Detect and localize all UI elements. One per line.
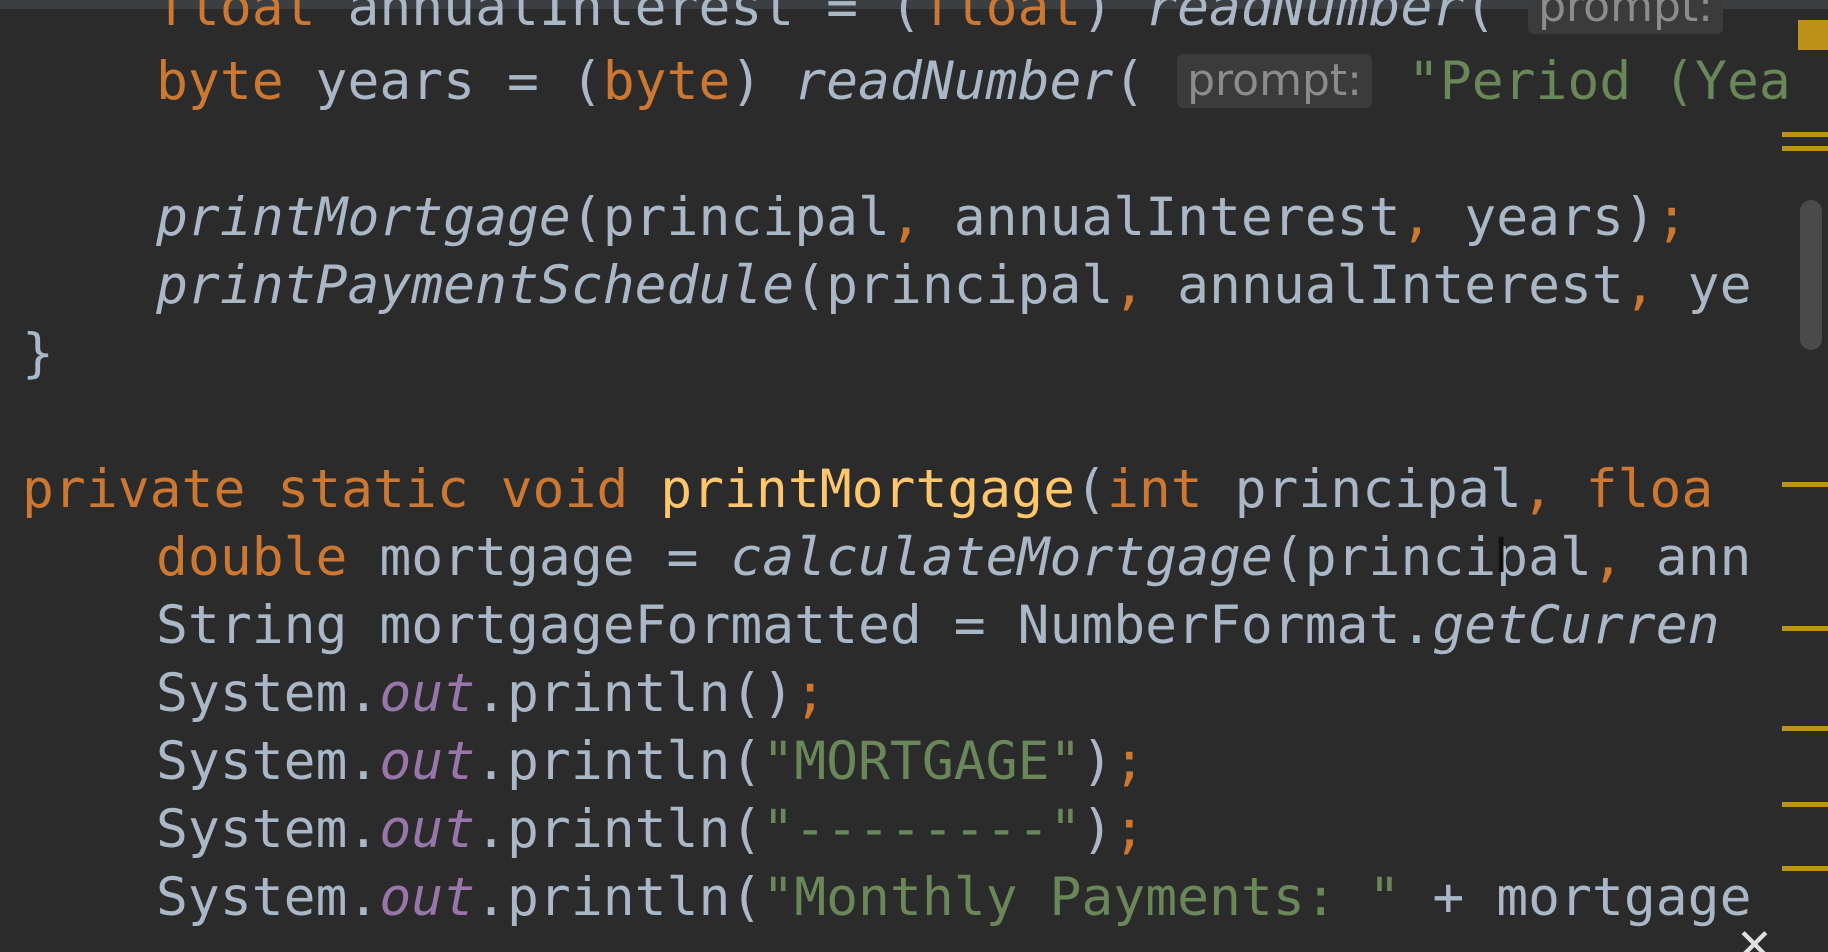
code-line-println-dashes[interactable]: System.out.println("--------");: [156, 796, 1145, 864]
code-text: ann: [1655, 527, 1752, 588]
code-text: annualInterest: [953, 187, 1401, 248]
static-field: out: [379, 731, 476, 792]
code-text: (: [1464, 0, 1529, 38]
code-text: ): [730, 51, 795, 112]
warning-marker-icon[interactable]: [1798, 20, 1828, 50]
keyword: int: [1106, 459, 1203, 520]
code-text: ): [1081, 0, 1146, 38]
static-field: out: [379, 663, 476, 724]
code-text: .println(: [475, 799, 763, 860]
code-line-println-mortgage[interactable]: System.out.println("MORTGAGE");: [156, 728, 1145, 796]
keyword: byte: [156, 51, 284, 112]
code-text: ): [1081, 799, 1114, 860]
punctuation: ;: [794, 663, 827, 724]
parameter-hint: prompt:: [1177, 54, 1372, 108]
code-text: (: [1113, 51, 1178, 112]
punctuation: ,: [1521, 459, 1586, 520]
vertical-scrollbar[interactable]: [1800, 200, 1822, 350]
punctuation: ,: [889, 187, 954, 248]
punctuation: ,: [1400, 187, 1465, 248]
method-call: printMortgage: [156, 187, 571, 248]
keyword: float: [921, 0, 1082, 38]
code-text: annualInterest = (: [315, 0, 922, 38]
code-editor[interactable]: float annualInterest = (float) readNumbe…: [0, 0, 1828, 952]
error-stripe-marker[interactable]: [1782, 482, 1828, 487]
code-text: .println(): [475, 663, 795, 724]
code-text: System.: [156, 867, 380, 928]
code-text: System.: [156, 663, 380, 724]
code-text: (principal: [570, 187, 890, 248]
method-call: printPaymentSchedule: [156, 255, 795, 316]
punctuation: ,: [1591, 527, 1656, 588]
method-call: calculateMortgage: [730, 527, 1273, 588]
punctuation: ;: [1655, 187, 1688, 248]
error-stripe-marker[interactable]: [1782, 132, 1828, 137]
error-stripe-marker[interactable]: [1782, 146, 1828, 151]
static-field: out: [379, 867, 476, 928]
code-line-print-schedule-call[interactable]: printPaymentSchedule(principal, annualIn…: [156, 252, 1752, 320]
code-line-method-declaration[interactable]: private static void printMortgage(int pr…: [22, 456, 1713, 524]
code-line-mortgage-formatted[interactable]: String mortgageFormatted = NumberFormat.…: [156, 592, 1720, 660]
method-call: readNumber: [1145, 0, 1465, 38]
error-stripe-marker[interactable]: [1782, 802, 1828, 807]
code-text: System.: [156, 731, 380, 792]
keyword: byte: [602, 51, 731, 112]
code-line-println-empty[interactable]: System.out.println();: [156, 660, 826, 728]
punctuation: ,: [1113, 255, 1178, 316]
punctuation: ;: [1113, 731, 1146, 792]
code-text: principal: [1202, 459, 1522, 520]
code-text: years): [1464, 187, 1656, 248]
string-literal: "MORTGAGE": [762, 731, 1082, 792]
code-text: (principal: [1272, 527, 1592, 588]
keyword: float: [156, 0, 316, 38]
code-text: annualInterest: [1177, 255, 1624, 316]
code-line-years[interactable]: byte years = (byte) readNumber( prompt: …: [156, 48, 1791, 116]
error-stripe-marker[interactable]: [1782, 626, 1828, 631]
code-line-println-monthly[interactable]: System.out.println("Monthly Payments: " …: [156, 864, 1751, 932]
error-stripe-marker[interactable]: [1782, 866, 1828, 871]
method-name: printMortgage: [660, 459, 1076, 520]
static-field: out: [379, 799, 476, 860]
code-text: years = (: [283, 51, 603, 112]
punctuation: ,: [1623, 255, 1688, 316]
code-line-mortgage-calc[interactable]: double mortgage = calculateMortgage(prin…: [156, 524, 1751, 592]
code-text: .println(: [475, 867, 763, 928]
method-call: readNumber: [794, 51, 1114, 112]
code-text: + mortgage: [1400, 867, 1752, 928]
code-line-print-mortgage-call[interactable]: printMortgage(principal, annualInterest,…: [156, 184, 1688, 252]
code-text: ): [1081, 731, 1114, 792]
string-literal: "--------": [762, 799, 1082, 860]
string-literal: "Period (Yea: [1375, 51, 1791, 112]
closing-brace: }: [22, 323, 54, 384]
close-icon[interactable]: ✕: [1736, 924, 1773, 952]
error-stripe-marker[interactable]: [1782, 726, 1828, 731]
method-call: getCurren: [1432, 595, 1720, 656]
text-cursor-icon: I: [1494, 528, 1509, 584]
code-text: .println(: [475, 731, 763, 792]
code-text: mortgage =: [347, 527, 731, 588]
code-text: System.: [156, 799, 380, 860]
code-line-annual-interest[interactable]: float annualInterest = (float) readNumbe…: [156, 0, 1727, 42]
code-text: String mortgageFormatted = NumberFormat.: [156, 595, 1433, 656]
keyword: floa: [1585, 459, 1714, 520]
string-literal: "Monthly Payments: ": [762, 867, 1401, 928]
code-line-closing-brace[interactable]: }: [22, 320, 54, 388]
code-text: (principal: [794, 255, 1114, 316]
parameter-hint: prompt:: [1528, 0, 1723, 34]
modifiers: private static void: [22, 459, 661, 520]
code-text: (: [1075, 459, 1107, 520]
code-text: ye: [1687, 255, 1752, 316]
punctuation: ;: [1113, 799, 1146, 860]
keyword: double: [156, 527, 348, 588]
